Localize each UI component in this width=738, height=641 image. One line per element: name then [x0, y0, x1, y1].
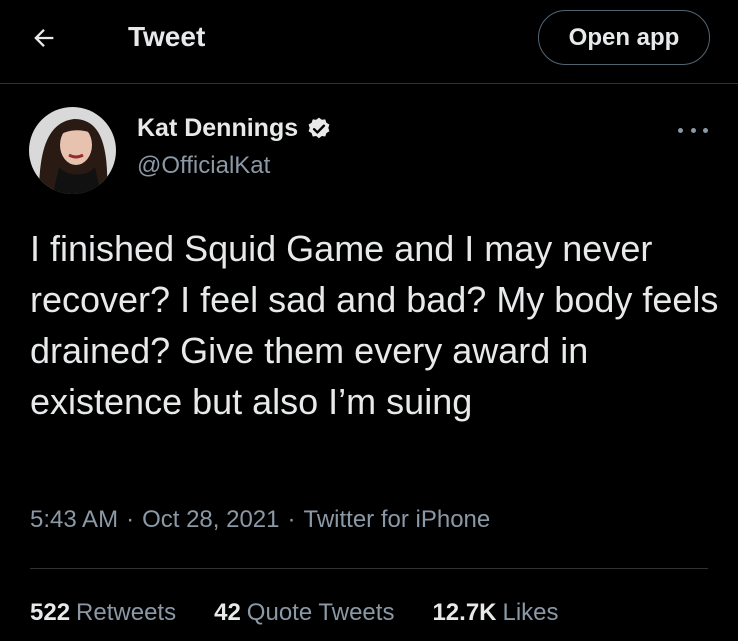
open-app-button[interactable]: Open app	[538, 10, 710, 65]
retweets-stat[interactable]: 522 Retweets	[30, 599, 176, 627]
avatar[interactable]	[29, 107, 116, 194]
author-name[interactable]: Kat Dennings	[137, 114, 298, 143]
verified-badge-icon	[308, 117, 330, 138]
more-dot-icon	[703, 127, 708, 133]
arrow-left-icon	[34, 29, 54, 47]
tweet-source[interactable]: Twitter for iPhone	[304, 506, 491, 533]
retweets-count: 522	[30, 599, 71, 626]
likes-label: Likes	[502, 599, 559, 626]
tweet-metadata: 5:43 AM · Oct 28, 2021 · Twitter for iPhone	[30, 506, 490, 534]
tweet-text: I finished Squid Game and I may never re…	[30, 228, 719, 422]
quote-tweets-label: Quote Tweets	[246, 599, 395, 626]
more-dot-icon	[678, 127, 683, 133]
author-handle[interactable]: @OfficialKat	[137, 152, 270, 180]
author-name-row[interactable]: Kat Dennings	[137, 114, 332, 143]
more-dot-icon	[690, 127, 696, 133]
tweet-date[interactable]: Oct 28, 2021	[142, 506, 279, 533]
quote-tweets-count: 42	[214, 599, 241, 626]
tweet-time[interactable]: 5:43 AM	[30, 506, 118, 533]
top-bar: Tweet Open app	[0, 0, 738, 84]
likes-stat[interactable]: 12.7K Likes	[432, 599, 558, 627]
retweets-label: Retweets	[76, 599, 177, 626]
back-button[interactable]	[28, 22, 60, 54]
likes-count: 12.7K	[432, 599, 497, 626]
quote-tweets-stat[interactable]: 42 Quote Tweets	[214, 599, 394, 627]
separator: ·	[126, 506, 135, 533]
profile-photo	[29, 107, 116, 194]
page-title: Tweet	[128, 21, 206, 52]
divider	[30, 568, 708, 569]
separator: ·	[287, 506, 296, 533]
tweet-stats: 522 Retweets 42 Quote Tweets 12.7K Likes	[30, 599, 559, 627]
more-options-button[interactable]	[678, 120, 708, 140]
